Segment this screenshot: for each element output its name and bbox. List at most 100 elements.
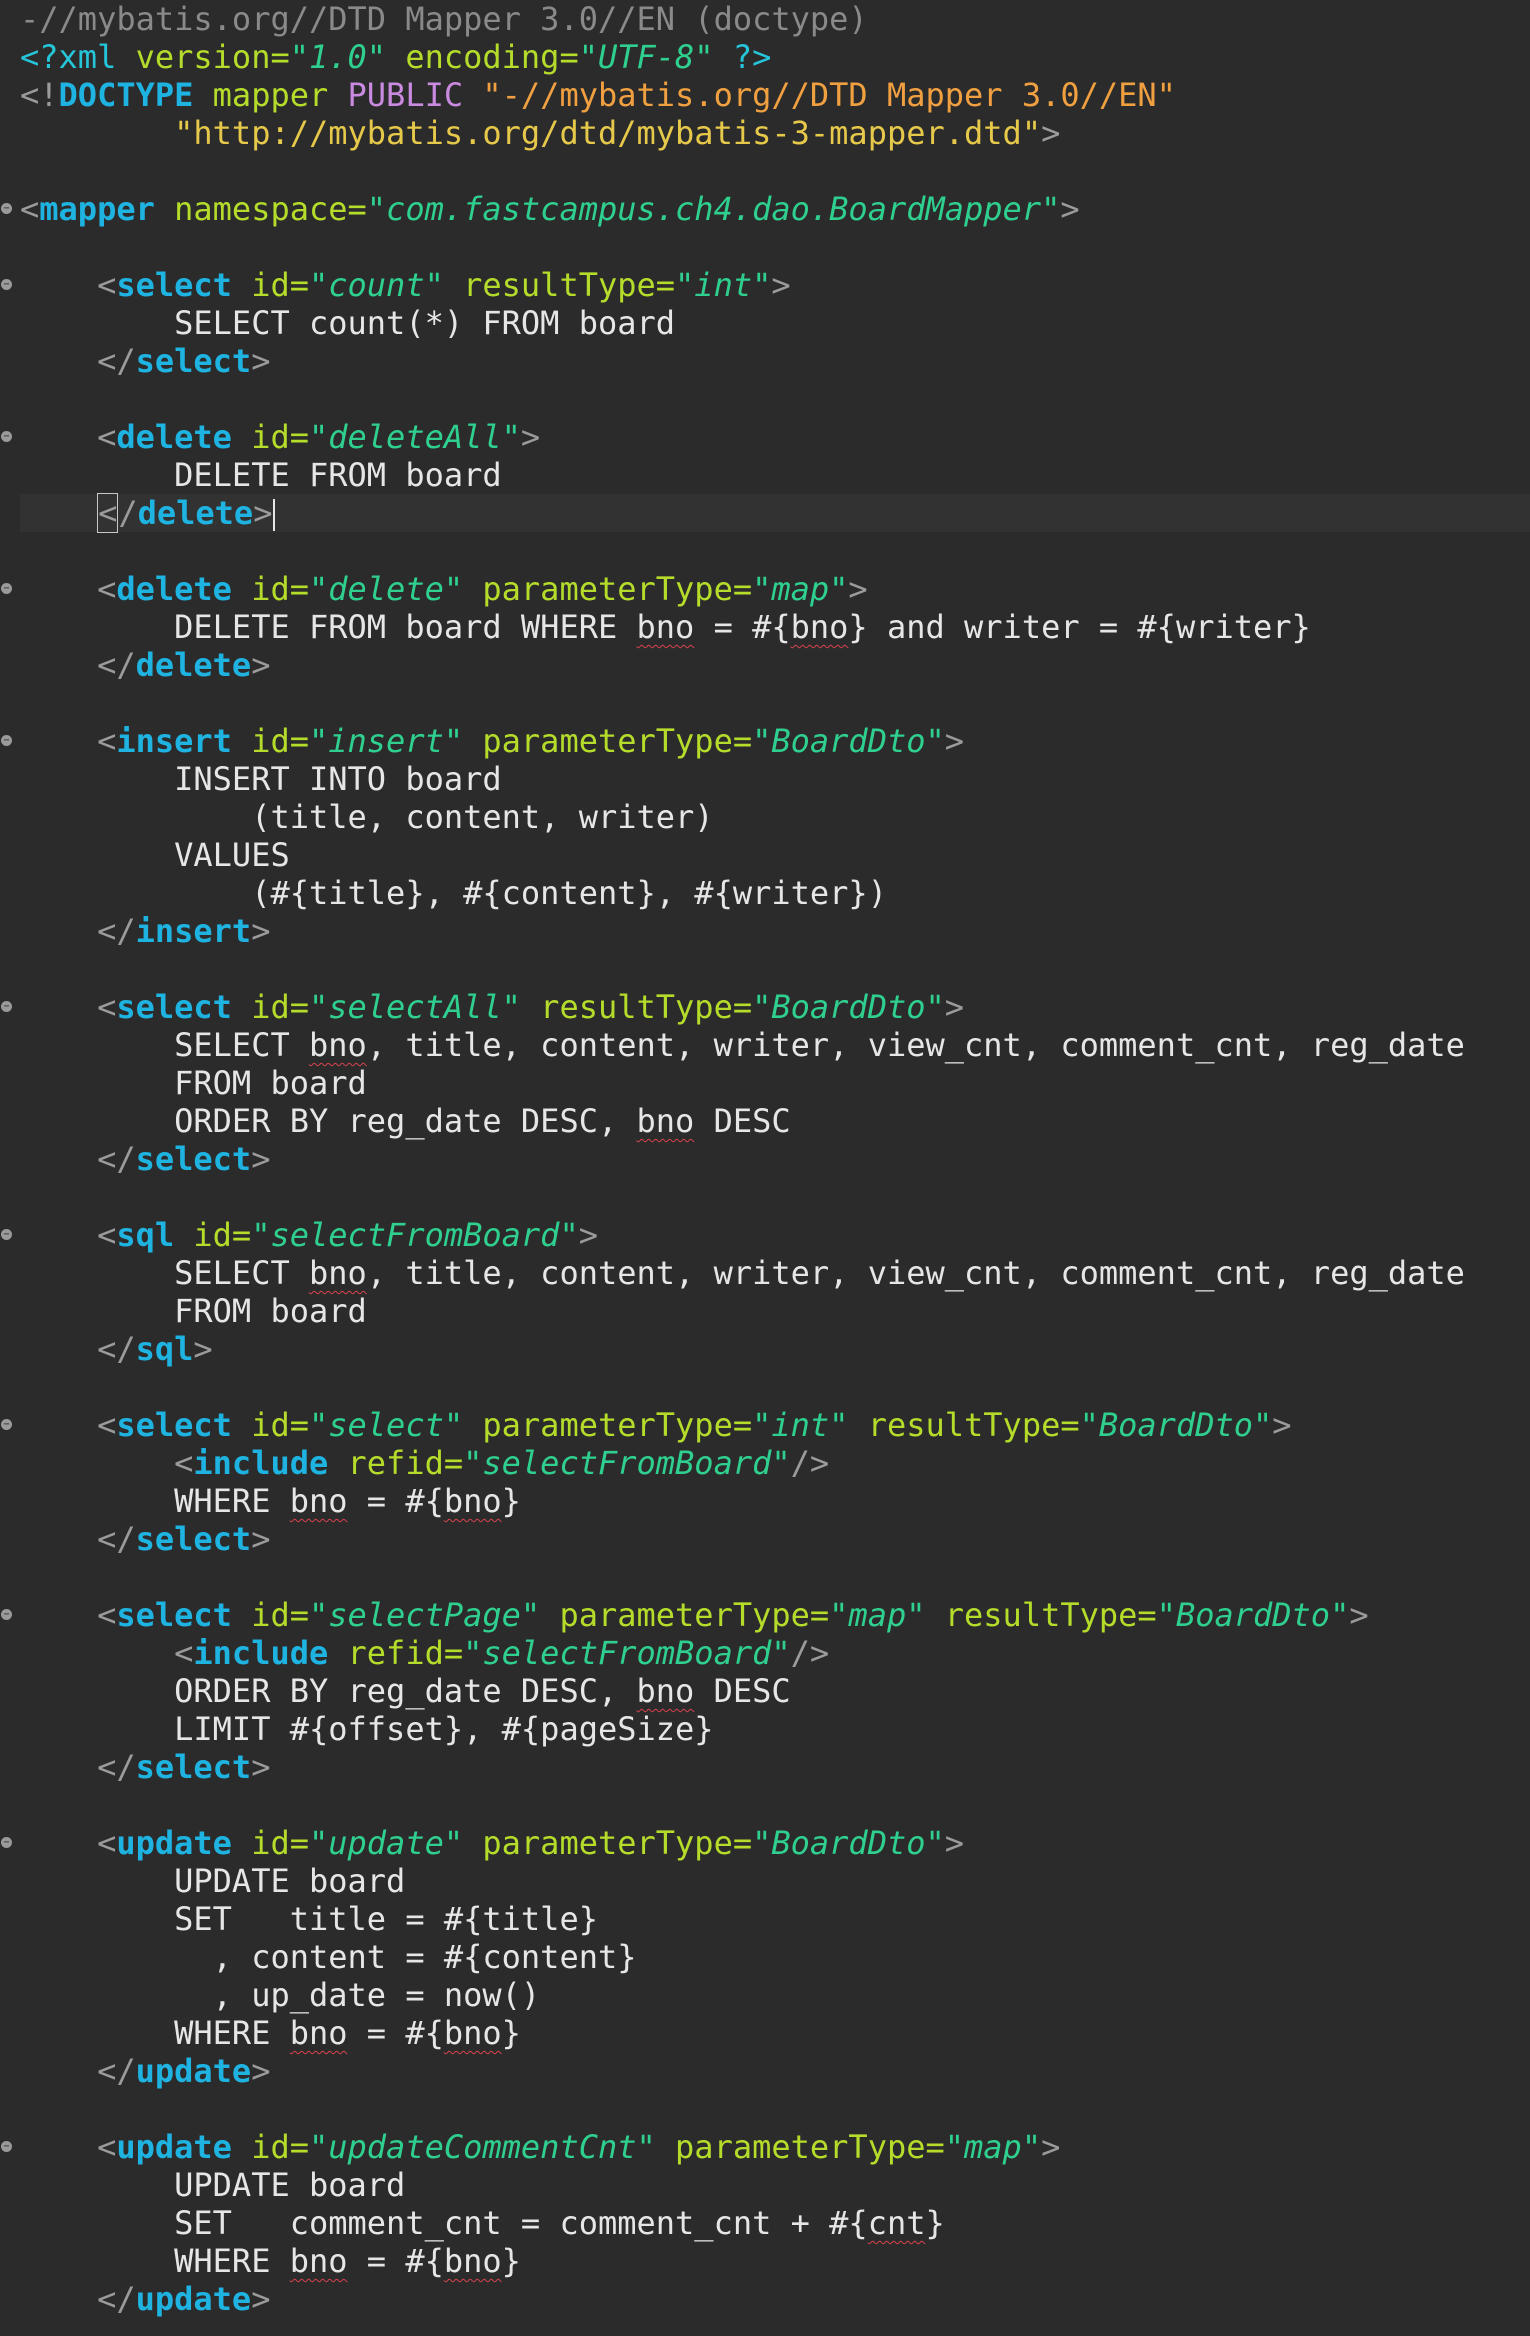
- code-line[interactable]: </select>: [20, 1520, 1530, 1558]
- code-token: DESC: [694, 1672, 791, 1710]
- code-line[interactable]: FROM board: [20, 1292, 1530, 1330]
- code-line[interactable]: [20, 950, 1530, 988]
- code-line[interactable]: <update id="update" parameterType="Board…: [20, 1824, 1530, 1862]
- code-editor[interactable]: -//mybatis.org//DTD Mapper 3.0//EN (doct…: [0, 0, 1530, 2336]
- code-line[interactable]: [20, 380, 1530, 418]
- code-line[interactable]: LIMIT #{offset}, #{pageSize}: [20, 1710, 1530, 1748]
- code-token: update: [135, 2280, 252, 2318]
- code-line[interactable]: <?xml version="1.0" encoding="UTF-8" ?>: [20, 38, 1530, 76]
- fold-toggle-icon[interactable]: −: [1, 583, 12, 594]
- code-token: <: [20, 190, 40, 228]
- code-token: DELETE FROM board WHERE: [20, 608, 637, 646]
- code-line[interactable]: <delete id="deleteAll">: [20, 418, 1530, 456]
- code-line[interactable]: </delete>: [20, 646, 1530, 684]
- code-line[interactable]: </insert>: [20, 912, 1530, 950]
- code-line[interactable]: <delete id="delete" parameterType="map">: [20, 570, 1530, 608]
- code-token: WHERE: [20, 2242, 290, 2280]
- code-line[interactable]: </sql>: [20, 1330, 1530, 1368]
- code-line[interactable]: (title, content, writer): [20, 798, 1530, 836]
- code-line[interactable]: <update id="updateCommentCnt" parameterT…: [20, 2128, 1530, 2166]
- code-line[interactable]: [20, 1368, 1530, 1406]
- fold-toggle-icon[interactable]: −: [1, 2141, 12, 2152]
- code-token: "selectFromBoard": [463, 1444, 791, 1482]
- code-token: select: [116, 1596, 232, 1634]
- fold-toggle-icon[interactable]: −: [1, 735, 12, 746]
- code-line[interactable]: <insert id="insert" parameterType="Board…: [20, 722, 1530, 760]
- code-line[interactable]: VALUES: [20, 836, 1530, 874]
- code-token: "select": [308, 1406, 464, 1444]
- code-line[interactable]: <include refid="selectFromBoard"/>: [20, 1444, 1530, 1482]
- code-token: >: [520, 418, 541, 456]
- code-token: refid=: [328, 1444, 464, 1482]
- fold-toggle-icon[interactable]: −: [1, 279, 12, 290]
- code-token: UPDATE board: [20, 2166, 406, 2204]
- code-line[interactable]: <mapper namespace="com.fastcampus.ch4.da…: [20, 190, 1530, 228]
- code-line[interactable]: [20, 1786, 1530, 1824]
- code-line[interactable]: SET title = #{title}: [20, 1900, 1530, 1938]
- fold-toggle-icon[interactable]: −: [1, 1229, 12, 1240]
- code-token: </: [97, 342, 136, 380]
- code-line[interactable]: WHERE bno = #{bno}: [20, 2014, 1530, 2052]
- code-line[interactable]: </update>: [20, 2052, 1530, 2090]
- code-line[interactable]: <select id="count" resultType="int">: [20, 266, 1530, 304]
- code-token: >: [253, 494, 273, 532]
- code-line[interactable]: UPDATE board: [20, 2166, 1530, 2204]
- code-line[interactable]: [20, 532, 1530, 570]
- code-line[interactable]: SELECT bno, title, content, writer, view…: [20, 1026, 1530, 1064]
- code-line[interactable]: SELECT count(*) FROM board: [20, 304, 1530, 342]
- code-line[interactable]: , up_date = now(): [20, 1976, 1530, 2014]
- code-token: bno: [636, 608, 695, 646]
- code-line[interactable]: <select id="select" parameterType="int" …: [20, 1406, 1530, 1444]
- fold-toggle-icon[interactable]: −: [1, 203, 12, 214]
- code-line[interactable]: UPDATE board: [20, 1862, 1530, 1900]
- code-line[interactable]: <select id="selectPage" parameterType="m…: [20, 1596, 1530, 1634]
- code-line[interactable]: [20, 2090, 1530, 2128]
- code-line[interactable]: <!DOCTYPE mapper PUBLIC "-//mybatis.org/…: [20, 76, 1530, 114]
- code-token: "updateCommentCnt": [308, 2128, 656, 2166]
- fold-toggle-icon[interactable]: −: [1, 1609, 12, 1620]
- code-line[interactable]: [20, 684, 1530, 722]
- code-line[interactable]: <sql id="selectFromBoard">: [20, 1216, 1530, 1254]
- code-line[interactable]: FROM board: [20, 1064, 1530, 1102]
- code-line[interactable]: </select>: [20, 342, 1530, 380]
- code-token: <: [97, 266, 117, 304]
- fold-toggle-icon[interactable]: −: [1, 431, 12, 442]
- code-line[interactable]: SET comment_cnt = comment_cnt + #{cnt}: [20, 2204, 1530, 2242]
- code-token: >: [1060, 190, 1080, 228]
- code-line[interactable]: ORDER BY reg_date DESC, bno DESC: [20, 1672, 1530, 1710]
- code-line[interactable]: WHERE bno = #{bno}: [20, 1482, 1530, 1520]
- code-token: refid=: [328, 1634, 464, 1672]
- fold-toggle-icon[interactable]: −: [1, 1001, 12, 1012]
- code-line[interactable]: [20, 1178, 1530, 1216]
- fold-toggle-icon[interactable]: −: [1, 1837, 12, 1848]
- code-line[interactable]: <select id="selectAll" resultType="Board…: [20, 988, 1530, 1026]
- code-line[interactable]: (#{title}, #{content}, #{writer}): [20, 874, 1530, 912]
- code-line[interactable]: DELETE FROM board: [20, 456, 1530, 494]
- code-line[interactable]: </update>: [20, 2280, 1530, 2318]
- code-token: DESC: [694, 1102, 791, 1140]
- code-line[interactable]: </select>: [20, 1140, 1530, 1178]
- code-line[interactable]: </delete>: [20, 493, 1530, 533]
- code-line[interactable]: "http://mybatis.org/dtd/mybatis-3-mapper…: [20, 114, 1530, 152]
- code-line[interactable]: [20, 1558, 1530, 1596]
- code-token: </: [97, 2052, 136, 2090]
- code-token: parameterType=: [463, 722, 753, 760]
- code-line[interactable]: SELECT bno, title, content, writer, view…: [20, 1254, 1530, 1292]
- code-token: </: [97, 1520, 136, 1558]
- code-token: bno: [443, 2242, 502, 2280]
- code-line[interactable]: <include refid="selectFromBoard"/>: [20, 1634, 1530, 1672]
- code-line[interactable]: , content = #{content}: [20, 1938, 1530, 1976]
- code-line[interactable]: [20, 228, 1530, 266]
- code-line[interactable]: WHERE bno = #{bno}: [20, 2242, 1530, 2280]
- code-line[interactable]: DELETE FROM board WHERE bno = #{bno} and…: [20, 608, 1530, 646]
- code-token: </: [97, 646, 136, 684]
- code-line[interactable]: -//mybatis.org//DTD Mapper 3.0//EN (doct…: [20, 0, 1530, 38]
- fold-toggle-icon[interactable]: −: [1, 1419, 12, 1430]
- code-line[interactable]: ORDER BY reg_date DESC, bno DESC: [20, 1102, 1530, 1140]
- code-line[interactable]: INSERT INTO board: [20, 760, 1530, 798]
- code-line[interactable]: </select>: [20, 1748, 1530, 1786]
- code-line[interactable]: [20, 152, 1530, 190]
- code-token: "1.0": [289, 38, 387, 76]
